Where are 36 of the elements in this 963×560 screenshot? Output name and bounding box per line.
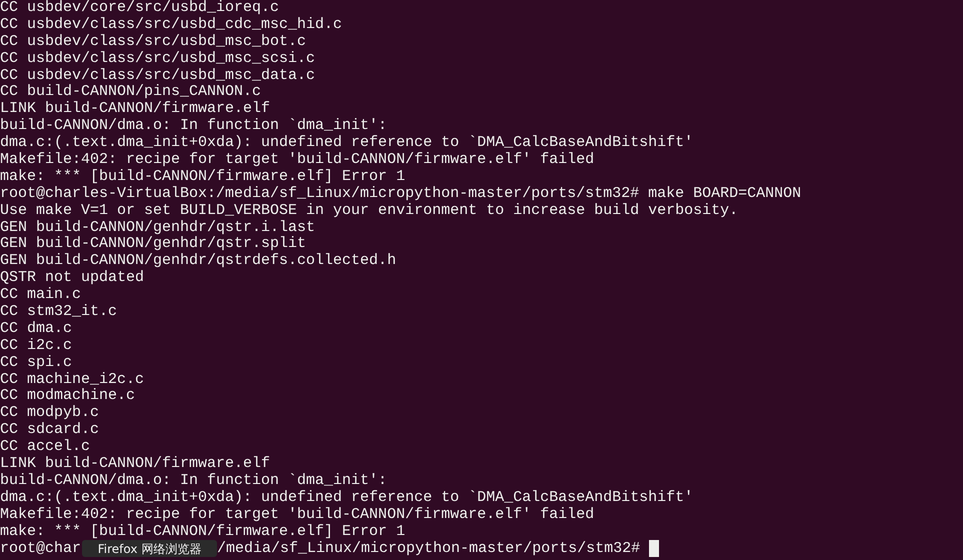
terminal-line: dma.c:(.text.dma_init+0xda): undefined reference to `DMA_CalcBaseAndBitshift' [0,490,694,507]
terminal-line: build-CANNON/dma.o: In function `dma_init': [0,118,388,135]
terminal-line: CC sdcard.c [0,422,100,439]
terminal-prompt: root@char [0,540,82,558]
terminal-line: CC dma.c [0,320,74,338]
terminal-line: Makefile:402: recipe for target 'build-CANNON/firmware.elf' failed [0,152,596,169]
terminal-line: CC modpyb.c [0,405,100,422]
terminal-line: CC machine_i2c.c [0,372,146,388]
terminal-line: Makefile:402: recipe for target 'build-CANNON/firmware.elf' failed [0,506,596,524]
terminal-line: CC build-CANNON/pins_CANNON.c [0,84,262,101]
terminal-line: CC usbdev/class/src/usbd_msc_scsi.c [0,50,316,68]
terminal-line: LINK build-CANNON/firmware.elf [0,101,272,118]
terminal-line: CC main.c [0,287,82,304]
tooltip: Firefox 网络浏览器 [82,540,218,558]
terminal-line: Use make V=1 or set BUILD_VERBOSE in your environment to increase build verbosity. [0,202,740,220]
terminal-line: GEN build-CANNON/genhdr/qstr.i.last [0,220,316,236]
terminal-line: make: *** [build-CANNON/firmware.elf] Error 1 [0,168,406,186]
terminal-line: CC stm32_it.c [0,304,118,321]
terminal-line: CC usbdev/class/src/usbd_msc_data.c [0,68,316,84]
terminal-line: CC i2c.c [0,338,74,355]
terminal-line: CC usbdev/class/src/usbd_cdc_msc_hid.c [0,16,344,34]
terminal-line: CC spi.c [0,354,74,372]
terminal-line: GEN build-CANNON/genhdr/qstrdefs.collected.h [0,253,398,270]
terminal-line: CC accel.c [0,439,92,456]
terminal-line: dma.c:(.text.dma_init+0xda): undefined reference to `DMA_CalcBaseAndBitshift' [0,135,694,152]
terminal-prompt: /media/sf_Linux/micropython-master/ports/stm32# [217,540,640,558]
terminal-line: CC modmachine.c [0,388,136,405]
terminal-line: make: *** [build-CANNON/firmware.elf] Error 1 [0,524,406,540]
terminal-line: build-CANNON/dma.o: In function `dma_init': [0,472,388,490]
terminal-line: LINK build-CANNON/firmware.elf [0,456,272,473]
terminal-line: QSTR not updated [0,270,146,287]
terminal-cursor [649,540,660,558]
terminal-line: root@charles-VirtualBox:/media/sf_Linux/micropython-master/ports/stm32# make BOARD=CANNON [0,186,802,203]
terminal-line: GEN build-CANNON/genhdr/qstr.split [0,236,308,253]
terminal-line: CC usbdev/class/src/usbd_msc_bot.c [0,34,308,51]
terminal-line: CC usbdev/core/src/usbd_ioreq.c [0,0,280,17]
